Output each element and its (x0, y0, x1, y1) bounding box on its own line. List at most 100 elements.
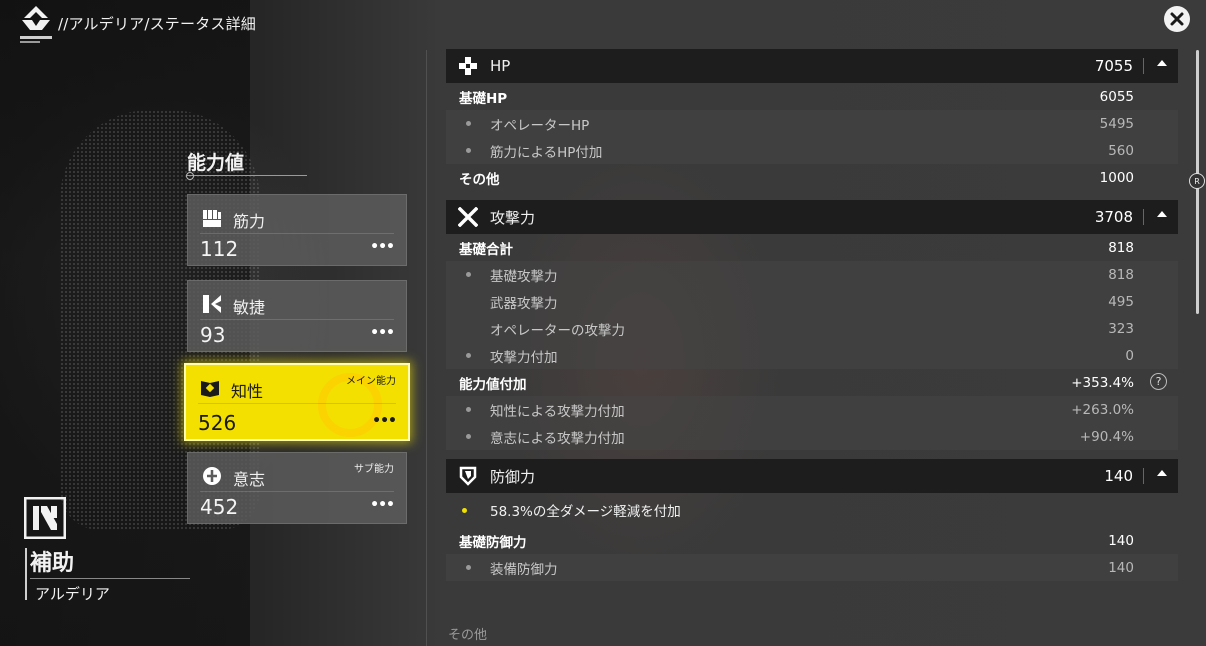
stat-card-strength[interactable]: 筋力 112 ••• (187, 194, 407, 266)
close-icon (1170, 12, 1184, 26)
row-value: 818 (1108, 239, 1134, 256)
help-icon[interactable]: ? (1150, 373, 1167, 390)
close-button[interactable] (1164, 6, 1190, 32)
row-value: 140 (1108, 532, 1134, 549)
stat-row: 基礎HP 6055 (446, 83, 1178, 110)
stat-detail-panel: HP 7055 基礎HP 6055 オペレーターHP 5495 筋力によるHP付加 560… (446, 49, 1178, 581)
stat-card-value: 112 (200, 237, 239, 261)
row-label: 攻撃力付加 (490, 349, 558, 366)
row-label: 意志による攻撃力付加 (490, 430, 625, 447)
stat-sub-row: 筋力によるHP付加 560 (446, 137, 1178, 164)
defense-note: 58.3%の全ダメージ軽減を付加 (446, 493, 1178, 527)
card-divider (200, 233, 394, 234)
stat-card-label: 敏捷 (233, 298, 266, 317)
row-label: 基礎攻撃力 (490, 268, 558, 285)
more-button[interactable]: ••• (370, 497, 395, 513)
section-header-hp[interactable]: HP 7055 (446, 49, 1178, 83)
stat-sub-row: 知性による攻撃力付加 +263.0% (446, 396, 1178, 423)
row-label: 装備防御力 (490, 561, 558, 578)
row-value: 323 (1108, 320, 1134, 337)
row-value: 140 (1108, 559, 1134, 576)
row-bullet (466, 121, 471, 126)
stat-card-will[interactable]: 意志 サブ能力 452 ••• (187, 452, 407, 524)
row-label: オペレーターの攻撃力 (490, 322, 625, 339)
hp-rows: 基礎HP 6055 オペレーターHP 5495 筋力によるHP付加 560 その他 1000 (446, 83, 1178, 191)
stat-card-intellect[interactable]: 知性 メイン能力 526 ••• (184, 363, 410, 441)
row-value: 495 (1108, 293, 1134, 310)
more-button[interactable]: ••• (370, 239, 395, 255)
defense-rows: 基礎防御力 140 装備防御力 140 (446, 527, 1178, 581)
stats-title: 能力値 (187, 152, 245, 174)
breadcrumb: //アルデリア/ステータス詳細 (58, 15, 257, 33)
character-name: アルデリア (35, 585, 110, 603)
role-accent-bar (25, 548, 27, 600)
stats-title-underline (187, 175, 307, 176)
next-row-label: その他 (448, 628, 488, 643)
agility-icon (201, 293, 223, 315)
section-header-attack[interactable]: 攻撃力 3708 (446, 200, 1178, 234)
stats-title-dot (186, 172, 194, 180)
note-bullet (462, 508, 467, 513)
row-label: オペレーターHP (490, 117, 590, 134)
row-label: 基礎合計 (459, 241, 513, 258)
support-role-icon (23, 496, 67, 540)
header: //アルデリア/ステータス詳細 (18, 4, 256, 48)
stat-sub-row: 装備防御力 140 (446, 554, 1178, 581)
card-divider (200, 491, 394, 492)
row-label: 知性による攻撃力付加 (490, 403, 625, 420)
stat-card-label: 筋力 (233, 212, 266, 231)
row-value: +90.4% (1079, 428, 1134, 445)
stat-card-agility[interactable]: 敏捷 93 ••• (187, 280, 407, 352)
row-label: 能力値付加 (459, 376, 527, 393)
attack-rows: 基礎合計 818 基礎攻撃力 818 武器攻撃力 495 オペレーターの攻撃力 323 攻撃力付… (446, 234, 1178, 450)
row-value: 818 (1108, 266, 1134, 283)
stat-row: 能力値付加 +353.4%? (446, 369, 1178, 396)
stat-card-value: 452 (200, 495, 239, 519)
stat-row: 基礎防御力 140 (446, 527, 1178, 554)
row-value: 5495 (1099, 115, 1134, 132)
section-name: HP (490, 57, 511, 75)
row-value: +263.0% (1071, 401, 1134, 418)
main-stat-tag: メイン能力 (346, 376, 396, 387)
game-logo-icon (18, 4, 54, 44)
section-header-defense[interactable]: 防御力 140 (446, 459, 1178, 493)
section-value: 7055 (1094, 57, 1133, 75)
stat-sub-row: オペレーターHP 5495 (446, 110, 1178, 137)
collapse-toggle[interactable] (1157, 470, 1167, 476)
intellect-book-icon (199, 377, 221, 399)
card-divider (198, 403, 396, 404)
stat-card-value: 93 (200, 323, 226, 347)
will-icon (201, 465, 223, 487)
row-bullet (466, 434, 471, 439)
hp-cross-icon (458, 56, 478, 76)
row-value: 0 (1125, 347, 1134, 364)
stat-card-label: 知性 (231, 382, 264, 401)
stat-row: 基礎合計 818 (446, 234, 1178, 261)
more-button[interactable]: ••• (372, 413, 397, 429)
section-value: 3708 (1094, 208, 1133, 226)
stat-row: その他 1000 (446, 164, 1178, 191)
section-separator (1143, 468, 1144, 484)
row-value: 560 (1108, 142, 1134, 159)
stat-card-value: 526 (198, 411, 237, 435)
crossed-swords-icon (457, 206, 479, 228)
scroll-knob[interactable]: R (1189, 173, 1205, 189)
more-button[interactable]: ••• (370, 325, 395, 341)
section-value: 140 (1104, 467, 1133, 485)
sub-stat-tag: サブ能力 (354, 464, 394, 475)
row-value: 1000 (1099, 169, 1134, 186)
row-bullet (466, 407, 471, 412)
collapse-toggle[interactable] (1157, 60, 1167, 66)
collapse-toggle[interactable] (1157, 211, 1167, 217)
row-label: 基礎防御力 (459, 534, 527, 551)
section-name: 攻撃力 (490, 208, 536, 227)
fist-icon (201, 207, 223, 229)
shield-icon (458, 466, 478, 486)
row-value: +353.4% (1071, 374, 1134, 391)
stat-card-label: 意志 (233, 470, 266, 489)
stat-sub-row: 基礎攻撃力 818 (446, 261, 1178, 288)
section-name: 防御力 (490, 467, 536, 486)
section-separator (1143, 209, 1144, 225)
section-separator (1143, 58, 1144, 74)
card-divider (200, 319, 394, 320)
